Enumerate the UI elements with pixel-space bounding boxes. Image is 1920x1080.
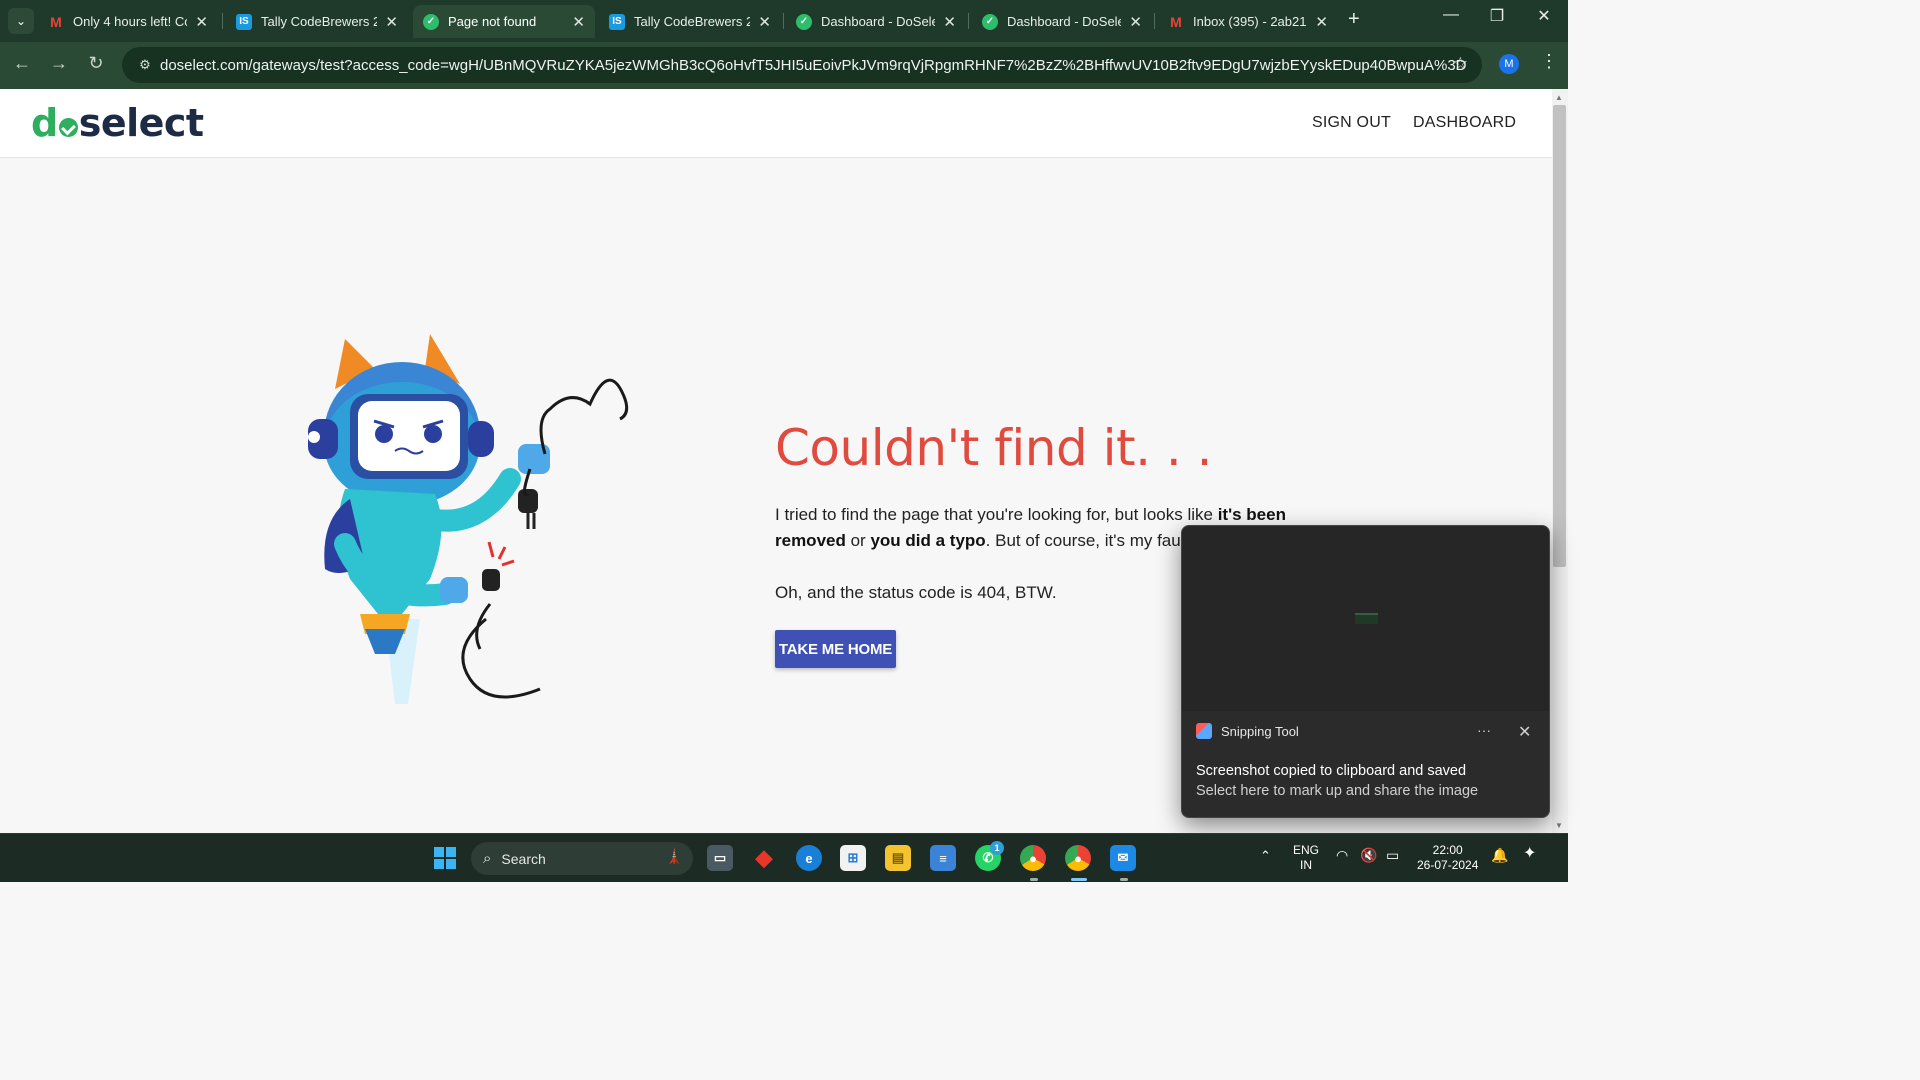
bookmark-star-icon[interactable]: ☆ — [1453, 54, 1468, 74]
tab-page-not-found[interactable]: ✓ Page not found ✕ — [413, 5, 595, 38]
tab-title: Tally CodeBrewers 20 — [261, 14, 378, 29]
edge-icon[interactable]: e — [796, 845, 822, 871]
mail-running-indicator — [1120, 878, 1128, 881]
wifi-icon[interactable]: ◠ — [1336, 848, 1348, 863]
start-icon[interactable] — [432, 845, 458, 871]
snipping-tool-notification[interactable]: Snipping Tool ··· ✕ Screenshot copied to… — [1181, 525, 1550, 818]
take-me-home-button[interactable]: TAKE ME HOME — [775, 630, 896, 668]
sign-out-link[interactable]: SIGN OUT — [1312, 114, 1391, 132]
search-label: Search — [501, 850, 546, 867]
close-tab-icon[interactable]: ✕ — [195, 13, 208, 31]
tab-search-icon[interactable]: ⌄ — [8, 8, 34, 34]
error-status-text: Oh, and the status code is 404, BTW. — [775, 583, 1057, 602]
copilot-icon[interactable]: ✦ — [1523, 846, 1536, 862]
is-icon: IS — [609, 13, 625, 30]
more-options-icon[interactable]: ··· — [1477, 722, 1491, 738]
file-explorer-icon[interactable]: ▤ — [885, 845, 911, 871]
chrome-running-indicator — [1030, 878, 1038, 881]
reload-icon[interactable]: ↻ — [84, 53, 108, 74]
close-tab-icon[interactable]: ✕ — [1315, 13, 1328, 31]
taskbar-search[interactable]: ⌕ Search 🗼 — [471, 842, 693, 875]
store-icon[interactable]: ⊞ — [840, 845, 866, 871]
close-window-icon[interactable]: ✕ — [1529, 6, 1559, 26]
minimize-icon[interactable]: — — [1436, 6, 1466, 24]
notepad-icon[interactable]: ≡ — [930, 845, 956, 871]
is-icon: IS — [236, 13, 252, 30]
battery-icon[interactable]: ▭ — [1386, 848, 1399, 863]
close-tab-icon[interactable]: ✕ — [572, 13, 585, 31]
screenshot-preview[interactable] — [1182, 526, 1549, 711]
browser-toolbar: ← → ↻ ⚙ doselect.com/gateways/test?acces… — [0, 42, 1568, 89]
gmail-icon: M — [50, 13, 62, 30]
close-tab-icon[interactable]: ✕ — [943, 13, 956, 31]
toast-app-label: Snipping Tool — [1196, 723, 1299, 739]
url-text[interactable]: doselect.com/gateways/test?access_code=w… — [160, 57, 1467, 74]
close-tab-icon[interactable]: ✕ — [1129, 13, 1142, 31]
tab-title: Only 4 hours left! Co — [73, 14, 188, 29]
close-tab-icon[interactable]: ✕ — [385, 13, 398, 31]
site-header: d select SIGN OUT DASHBOARD — [0, 89, 1552, 158]
browser-tab-strip: ⌄ M Only 4 hours left! Co ✕ IS Tally Cod… — [0, 0, 1568, 42]
tab-gmail-inbox[interactable]: M Inbox (395) - 2ab21c ✕ — [1158, 5, 1338, 38]
tab-title: Tally CodeBrewers 20 — [634, 14, 751, 29]
tab-title: Page not found — [448, 14, 537, 29]
chrome-icon[interactable]: ● — [1020, 845, 1046, 871]
logo-check-icon — [58, 118, 78, 137]
scroll-down-icon[interactable]: ▼ — [1555, 821, 1563, 830]
tab-dashboard-doselect-2[interactable]: ✓ Dashboard - DoSelec ✕ — [972, 5, 1152, 38]
tray-overflow-icon[interactable]: ⌃ — [1260, 848, 1271, 863]
check-icon: ✓ — [796, 13, 812, 30]
snipping-tool-icon — [1196, 723, 1212, 739]
sad-robot-illustration — [308, 334, 629, 704]
scroll-up-icon[interactable]: ▲ — [1555, 93, 1563, 102]
mail-icon[interactable]: ✉ — [1110, 845, 1136, 871]
search-icon: ⌕ — [483, 850, 492, 867]
tab-title: Inbox (395) - 2ab21c — [1193, 14, 1308, 29]
tab-tally-codebrewers[interactable]: IS Tally CodeBrewers 20 ✕ — [226, 5, 408, 38]
windows-taskbar: ⌕ Search 🗼 ▭ ◆ e ⊞ ▤ ≡ ✆ 1 ● ● ✉ ⌃ ENG I… — [0, 833, 1568, 882]
whatsapp-badge: 1 — [990, 841, 1004, 855]
error-title: Couldn't find it. . . — [775, 419, 1213, 477]
toast-subtext: Select here to mark up and share the ima… — [1196, 783, 1479, 799]
tab-gmail-promo[interactable]: M Only 4 hours left! Co ✕ — [38, 5, 218, 38]
profile-avatar[interactable]: M — [1499, 54, 1519, 74]
close-tab-icon[interactable]: ✕ — [758, 13, 771, 31]
address-bar[interactable]: ⚙ doselect.com/gateways/test?access_code… — [122, 47, 1482, 83]
clock[interactable]: 22:00 26-07-2024 — [1417, 843, 1478, 873]
dashboard-link[interactable]: DASHBOARD — [1413, 114, 1516, 132]
restore-icon[interactable]: ❐ — [1482, 6, 1512, 26]
site-info-icon[interactable]: ⚙ — [130, 57, 160, 73]
toast-message: Screenshot copied to clipboard and saved — [1196, 763, 1467, 779]
close-icon[interactable]: ✕ — [1518, 722, 1531, 742]
tab-dashboard-doselect[interactable]: ✓ Dashboard - DoSelec ✕ — [786, 5, 966, 38]
check-icon: ✓ — [982, 13, 998, 30]
volume-muted-icon[interactable]: 🔇 — [1360, 848, 1377, 863]
forward-icon[interactable]: → — [47, 53, 71, 74]
task-view-icon[interactable]: ▭ — [707, 845, 733, 871]
search-highlight-icon: 🗼 — [665, 848, 683, 864]
tab-title: Dashboard - DoSelec — [1007, 14, 1122, 29]
browser-menu-icon[interactable]: ⋮ — [1540, 51, 1558, 72]
scrollbar-thumb[interactable] — [1553, 105, 1566, 567]
gmail-icon: M — [1170, 13, 1182, 30]
back-icon[interactable]: ← — [10, 53, 34, 74]
anydesk-icon[interactable]: ◆ — [751, 845, 777, 871]
language-indicator[interactable]: ENG IN — [1293, 843, 1319, 873]
new-tab-icon[interactable]: + — [1348, 8, 1360, 31]
check-icon: ✓ — [423, 13, 439, 30]
chrome-active-indicator — [1071, 878, 1087, 881]
chrome-profile-icon[interactable]: ● — [1065, 845, 1091, 871]
doselect-logo[interactable]: d select — [31, 101, 204, 145]
notification-bell-icon[interactable]: 🔔 — [1491, 848, 1508, 863]
tab-title: Dashboard - DoSelec — [821, 14, 936, 29]
tab-tally-codebrewers-2[interactable]: IS Tally CodeBrewers 20 ✕ — [599, 5, 781, 38]
